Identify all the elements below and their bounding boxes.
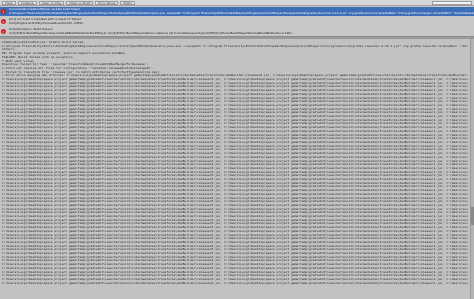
console-entry-list: ! CommandInvokationFailure: Gradle build… xyxy=(0,6,474,37)
detail-line: C:\Program Files\Unity\Editor\Data\Playb… xyxy=(2,44,468,48)
entry-text: CommandInvokationFailure: Gradle build f… xyxy=(9,8,474,15)
error-icon: ! xyxy=(1,9,6,14)
entry-line: C:\Program Files\Unity\Editor\Data\Playb… xyxy=(9,11,474,15)
clear-on-build-toggle[interactable]: Clear on Build xyxy=(66,0,94,5)
entry-text: UnityException: Build failure! UnityEdit… xyxy=(9,28,292,35)
message-detail-pane: CommandInvokationFailure: Gradle build f… xyxy=(0,39,470,299)
entry-line: UnityEditor.BuildPlayerWindow+DefaultBui… xyxy=(9,31,292,35)
entry-line: UnityEngine.GUIUtility:ProcessEvent(Int3… xyxy=(9,21,84,25)
console-entry[interactable]: ! UnityException: Build failure! UnityEd… xyxy=(0,27,474,36)
detail-line: C:\Users\Luigi\Desktop\space project gam… xyxy=(2,281,468,285)
entry-text: [CLI] ed: build completed with a result … xyxy=(9,18,83,25)
console-entry[interactable]: ! [CLI] ed: build completed with a resul… xyxy=(0,17,474,26)
console-entry[interactable]: ! CommandInvokationFailure: Gradle build… xyxy=(0,7,474,16)
search-input[interactable] xyxy=(432,0,472,5)
detail-text: CommandInvokationFailure: Gradle build f… xyxy=(2,41,468,285)
collapse-toggle[interactable]: Collapse xyxy=(17,0,37,5)
detail-scrollbar[interactable] xyxy=(470,39,474,299)
error-icon: ! xyxy=(1,29,6,34)
error-icon: ! xyxy=(1,19,6,24)
error-pause-toggle[interactable]: Error Pause xyxy=(95,0,119,5)
clear-button[interactable]: Clear xyxy=(2,0,16,5)
editor-dropdown[interactable]: Editor xyxy=(120,0,136,5)
clear-on-play-toggle[interactable]: Clear on Play xyxy=(38,0,65,5)
